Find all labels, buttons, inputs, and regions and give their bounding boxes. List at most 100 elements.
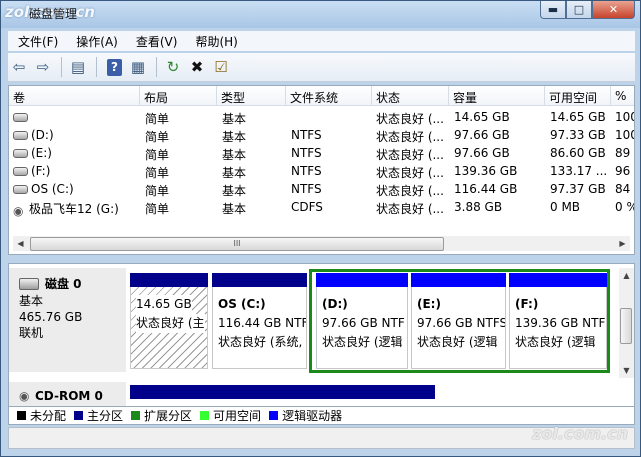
legend-swatch bbox=[131, 411, 141, 420]
table-row[interactable]: (D:) 简单 基本 NTFS 状态良好 (... 97.66 GB 97.33… bbox=[9, 126, 634, 144]
cd-drive-icon: ◉ bbox=[19, 389, 30, 403]
partition-d[interactable]: (D:) 97.66 GB NTF 状态良好 (逻辑 bbox=[316, 273, 408, 369]
partition-bar bbox=[130, 273, 208, 287]
cell-type: 基本 bbox=[222, 112, 247, 126]
cell-type: 基本 bbox=[222, 166, 247, 180]
properties-icon[interactable]: ▦ bbox=[127, 56, 149, 78]
back-arrow-icon[interactable]: ⇦ bbox=[8, 56, 30, 78]
table-row[interactable]: (F:) 简单 基本 NTFS 状态良好 (... 139.36 GB 133.… bbox=[9, 162, 634, 180]
vertical-scrollbar[interactable]: ▲ ▼ bbox=[619, 268, 634, 378]
table-row[interactable]: (E:) 简单 基本 NTFS 状态良好 (... 97.66 GB 86.60… bbox=[9, 144, 634, 162]
cell-status: 状态良好 (... bbox=[376, 130, 444, 144]
volume-list: 卷 布局 类型 文件系统 状态 容量 可用空间 % 简单 基本 状态良好 (..… bbox=[8, 85, 635, 255]
column-header-status[interactable]: 状态 bbox=[372, 86, 449, 106]
column-header-type[interactable]: 类型 bbox=[217, 86, 286, 106]
close-button[interactable]: ✕ bbox=[592, 1, 635, 19]
cell-volume: 极品飞车12 (G:) bbox=[29, 202, 119, 216]
scroll-left-icon[interactable]: ◀ bbox=[13, 236, 28, 251]
forward-arrow-icon[interactable]: ⇨ bbox=[32, 56, 54, 78]
disk-name: 磁盘 0 bbox=[45, 277, 82, 291]
cell-capacity: 139.36 GB bbox=[454, 164, 518, 178]
legend-swatch bbox=[200, 411, 210, 420]
cell-filesystem: NTFS bbox=[291, 146, 322, 160]
column-header-volume[interactable]: 卷 bbox=[9, 86, 140, 106]
column-header-free-space[interactable]: 可用空间 bbox=[545, 86, 611, 106]
partition-body: (D:) 97.66 GB NTF 状态良好 (逻辑 bbox=[316, 287, 408, 369]
cell-capacity: 116.44 GB bbox=[454, 182, 518, 196]
maximize-button[interactable]: □ bbox=[566, 1, 592, 19]
cell-layout: 简单 bbox=[145, 130, 170, 144]
cell-free-space: 0 MB bbox=[550, 200, 581, 214]
legend-item: 主分区 bbox=[74, 407, 123, 424]
partition-body: OS (C:) 116.44 GB NTF 状态良好 (系统, bbox=[212, 287, 307, 369]
close-icon: ✕ bbox=[608, 3, 619, 16]
cell-status: 状态良好 (... bbox=[376, 148, 444, 162]
cell-free-space: 97.37 GB bbox=[550, 182, 606, 196]
partition-size: 14.65 GB bbox=[136, 295, 192, 314]
cdrom-partition-bar[interactable] bbox=[130, 385, 435, 399]
column-header-percent[interactable]: % bbox=[611, 86, 634, 106]
table-row[interactable]: OS (C:) 简单 基本 NTFS 状态良好 (... 116.44 GB 9… bbox=[9, 180, 634, 198]
checklist-icon[interactable]: ☑ bbox=[210, 56, 232, 78]
delete-icon[interactable]: ✖ bbox=[186, 56, 208, 78]
cell-free-space: 133.17 ... bbox=[550, 164, 608, 178]
menu-view[interactable]: 查看(V) bbox=[126, 33, 186, 50]
status-bar: zol.com.cn bbox=[8, 424, 635, 449]
cell-status: 状态良好 (... bbox=[376, 166, 444, 180]
menu-file[interactable]: 文件(F) bbox=[8, 33, 66, 50]
scroll-right-icon[interactable]: ▶ bbox=[615, 236, 630, 251]
cell-free-space: 86.60 GB bbox=[550, 146, 606, 160]
cell-free-space: 14.65 GB bbox=[550, 110, 606, 124]
cell-layout: 简单 bbox=[145, 166, 170, 180]
cell-filesystem: NTFS bbox=[291, 128, 322, 142]
disk-type: 基本 bbox=[19, 294, 44, 308]
partition-f[interactable]: (F:) 139.36 GB NTF 状态良好 (逻辑 bbox=[509, 273, 607, 369]
partition-title: (E:) bbox=[417, 297, 441, 311]
column-header-layout[interactable]: 布局 bbox=[140, 86, 217, 106]
scroll-thumb[interactable] bbox=[620, 308, 632, 344]
cell-status: 状态良好 (... bbox=[376, 112, 444, 126]
disk-0-label[interactable]: 磁盘 0 基本 465.76 GB 联机 bbox=[9, 268, 126, 372]
disk-graphic-view: 磁盘 0 基本 465.76 GB 联机 14.65 GB 状态良好 (主 OS… bbox=[8, 263, 635, 407]
cell-layout: 简单 bbox=[145, 184, 170, 198]
partition-title: (F:) bbox=[515, 297, 539, 311]
cell-percent: 0 % bbox=[615, 200, 634, 214]
horizontal-scrollbar[interactable]: ◀ III ▶ bbox=[13, 236, 630, 251]
legend-label: 主分区 bbox=[87, 409, 124, 423]
menu-action[interactable]: 操作(A) bbox=[66, 33, 126, 50]
cell-type: 基本 bbox=[222, 184, 247, 198]
help-icon[interactable]: ? bbox=[107, 58, 122, 76]
partition-c[interactable]: OS (C:) 116.44 GB NTF 状态良好 (系统, bbox=[212, 273, 307, 369]
menu-help[interactable]: 帮助(H) bbox=[185, 33, 245, 50]
partition-bar bbox=[411, 273, 506, 287]
table-row[interactable]: ◉ 极品飞车12 (G:) 简单 基本 CDFS 状态良好 (... 3.88 G… bbox=[9, 198, 634, 217]
legend-label: 扩展分区 bbox=[144, 409, 193, 423]
refresh-icon[interactable]: ↻ bbox=[162, 56, 184, 78]
legend-item: 逻辑驱动器 bbox=[269, 407, 342, 424]
scroll-up-icon[interactable]: ▲ bbox=[619, 268, 634, 283]
partition-size: 116.44 GB NTF bbox=[218, 316, 307, 330]
cell-type: 基本 bbox=[222, 148, 247, 162]
partition-e[interactable]: (E:) 97.66 GB NTFS 状态良好 (逻辑 bbox=[411, 273, 506, 369]
scroll-thumb[interactable]: III bbox=[30, 237, 444, 251]
partition-size: 139.36 GB NTF bbox=[515, 316, 606, 330]
maximize-icon: □ bbox=[573, 3, 585, 16]
hard-disk-icon bbox=[19, 278, 39, 290]
partition-recovery[interactable]: 14.65 GB 状态良好 (主 bbox=[130, 273, 208, 369]
partition-body: (F:) 139.36 GB NTF 状态良好 (逻辑 bbox=[509, 287, 607, 369]
partition-size: 97.66 GB NTFS bbox=[417, 316, 506, 330]
table-row[interactable]: 简单 基本 状态良好 (... 14.65 GB 14.65 GB 100 bbox=[9, 108, 634, 126]
title-bar[interactable]: zol.com.cn 磁盘管理 ▬ □ ✕ bbox=[1, 1, 640, 28]
partition-bar bbox=[316, 273, 408, 287]
scroll-down-icon[interactable]: ▼ bbox=[619, 363, 634, 378]
legend-label: 未分配 bbox=[30, 409, 67, 423]
minimize-button[interactable]: ▬ bbox=[540, 1, 566, 19]
partition-status: 状态良好 (系统, bbox=[218, 335, 303, 349]
list-view-icon[interactable]: ▤ bbox=[67, 56, 89, 78]
legend-label: 可用空间 bbox=[213, 409, 262, 423]
column-header-filesystem[interactable]: 文件系统 bbox=[286, 86, 372, 106]
column-header-capacity[interactable]: 容量 bbox=[449, 86, 545, 106]
partition-status: 状态良好 (逻辑 bbox=[515, 335, 596, 349]
legend-item: 扩展分区 bbox=[131, 407, 192, 424]
cdrom-label[interactable]: ◉ CD-ROM 0 bbox=[9, 382, 126, 406]
